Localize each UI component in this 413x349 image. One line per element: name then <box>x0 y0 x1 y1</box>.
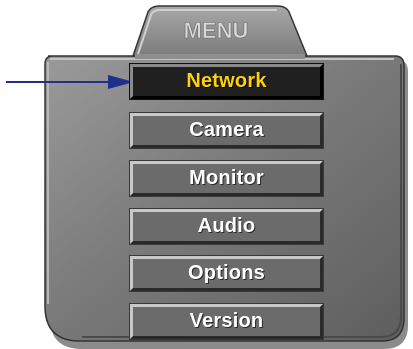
menu-item-network[interactable]: Network <box>129 63 324 100</box>
menu-item-label: Audio <box>197 215 256 237</box>
menu-item-label: Version <box>189 310 264 332</box>
menu-screen: MENU Network Camera Monitor Audio Option… <box>0 0 413 349</box>
menu-item-options[interactable]: Options <box>129 255 324 292</box>
menu-item-monitor[interactable]: Monitor <box>129 160 324 197</box>
menu-item-version[interactable]: Version <box>129 303 324 340</box>
menu-item-audio[interactable]: Audio <box>129 208 324 245</box>
menu-item-label: Monitor <box>189 167 264 189</box>
menu-title: MENU <box>184 18 249 43</box>
menu-item-label: Camera <box>189 119 264 141</box>
menu-item-label: Network <box>186 70 267 92</box>
menu-item-camera[interactable]: Camera <box>129 112 324 149</box>
menu-item-label: Options <box>188 262 265 284</box>
